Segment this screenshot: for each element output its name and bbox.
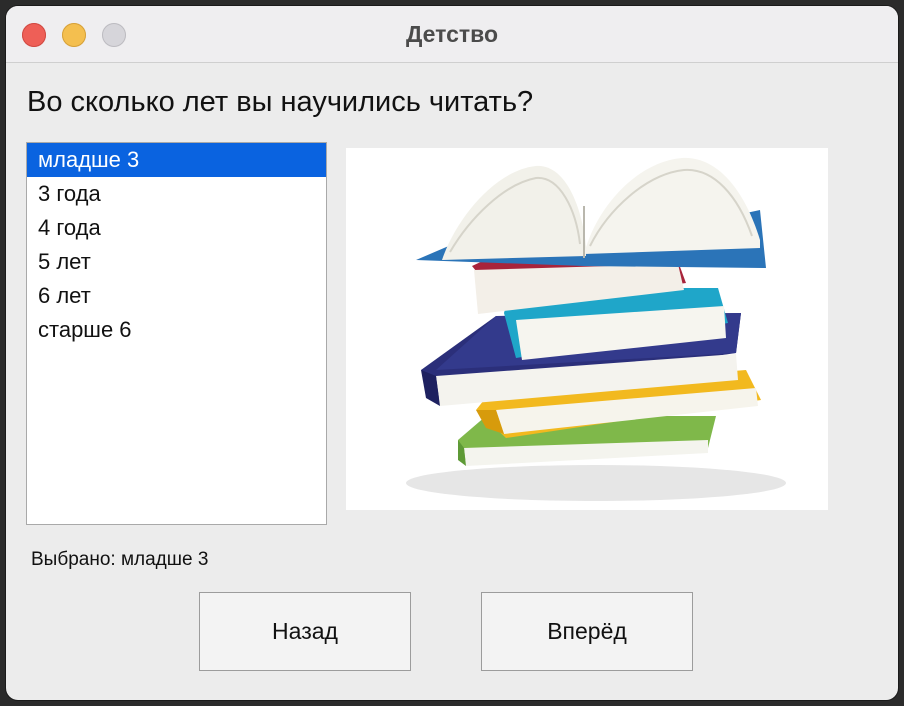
selection-status-label: Выбрано: младше 3 bbox=[31, 549, 209, 570]
books-image bbox=[346, 148, 828, 510]
list-item-option-0[interactable]: младше 3 bbox=[27, 143, 326, 177]
title-bar: Детство bbox=[6, 6, 898, 63]
list-item-option-5[interactable]: старше 6 bbox=[27, 313, 326, 347]
app-window: Детство Во сколько лет вы научились чита… bbox=[6, 6, 898, 700]
back-button[interactable]: Назад bbox=[199, 592, 411, 671]
age-options-list[interactable]: младше 3 3 года 4 года 5 лет 6 лет старш… bbox=[26, 142, 327, 525]
list-item-option-4[interactable]: 6 лет bbox=[27, 279, 326, 313]
stack-of-books-icon bbox=[406, 157, 786, 501]
list-item-option-2[interactable]: 4 года bbox=[27, 211, 326, 245]
list-item-option-3[interactable]: 5 лет bbox=[27, 245, 326, 279]
next-button[interactable]: Вперёд bbox=[481, 592, 693, 671]
question-label: Во сколько лет вы научились читать? bbox=[27, 86, 534, 118]
window-title: Детство bbox=[405, 21, 499, 47]
list-item-option-1[interactable]: 3 года bbox=[27, 177, 326, 211]
